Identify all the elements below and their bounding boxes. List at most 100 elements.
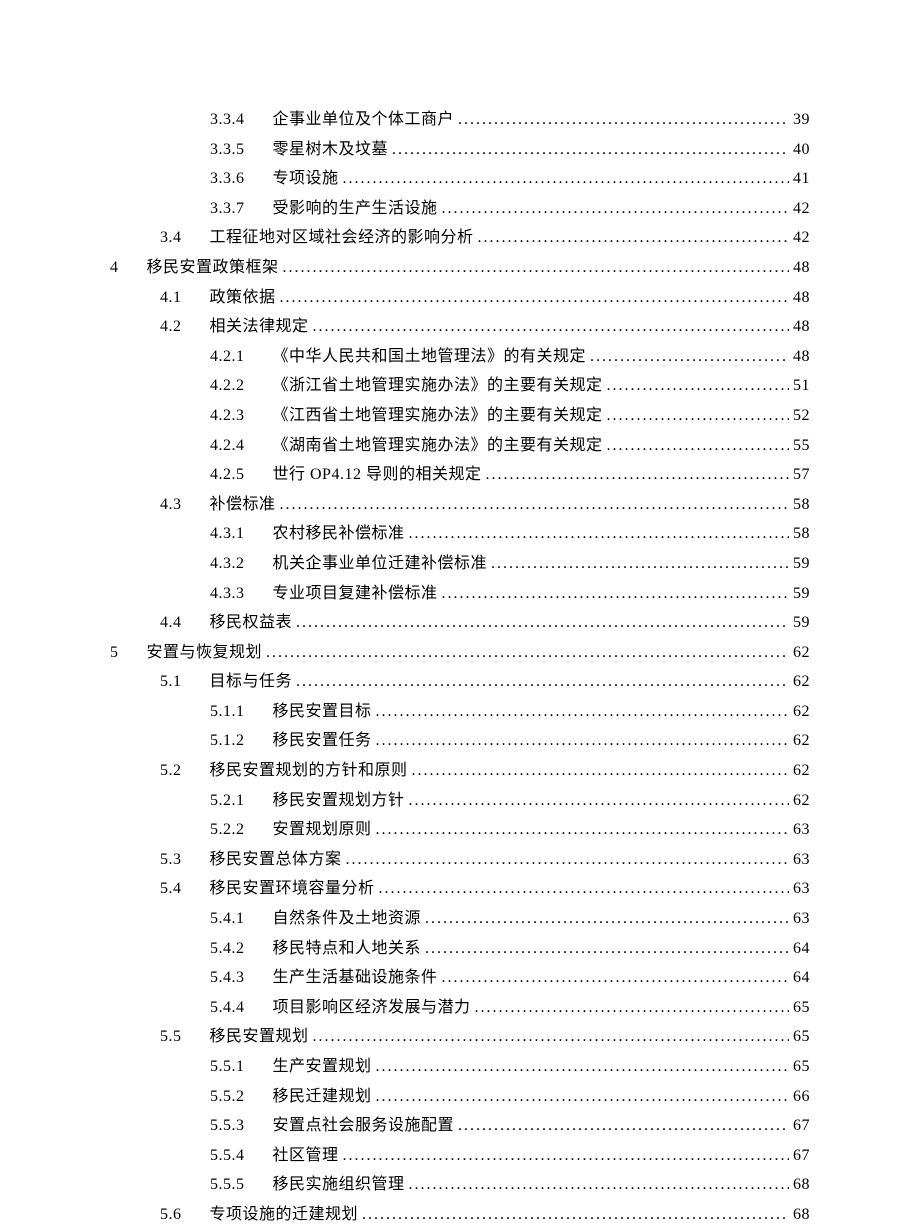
toc-leader-dots [376, 697, 789, 727]
toc-entry-title: 移民安置规划 [210, 1022, 309, 1052]
toc-entry-title: 安置点社会服务设施配置 [273, 1111, 455, 1141]
toc-entry-title: 移民实施组织管理 [273, 1170, 405, 1200]
toc-entry-number: 5.1.1 [210, 697, 245, 727]
toc-entry-title: 生产安置规划 [273, 1052, 372, 1082]
toc-entry-page: 68 [793, 1200, 810, 1230]
toc-leader-dots [280, 490, 789, 520]
toc-entry-number: 4.2.3 [210, 401, 245, 431]
toc-entry-number: 5.2 [160, 756, 182, 786]
toc-entry: 5.4.3生产生活基础设施条件64 [110, 963, 810, 993]
toc-entry-page: 67 [793, 1141, 810, 1171]
toc-entry-page: 62 [793, 726, 810, 756]
toc-leader-dots [409, 519, 789, 549]
toc-entry-number: 3.3.4 [210, 105, 245, 135]
toc-entry-title: 政策依据 [210, 283, 276, 313]
toc-leader-dots [412, 756, 789, 786]
toc-entry-number: 5.6 [160, 1200, 182, 1230]
toc-entry-number: 4.2 [160, 312, 182, 342]
toc-entry-title: 世行 OP4.12 导则的相关规定 [273, 460, 482, 490]
toc-entry-page: 63 [793, 845, 810, 875]
toc-entry: 4.3补偿标准58 [110, 490, 810, 520]
toc-entry: 4.3.1农村移民补偿标准58 [110, 519, 810, 549]
toc-entry-page: 65 [793, 1022, 810, 1052]
toc-entry-number: 5.5 [160, 1022, 182, 1052]
toc-entry-number: 5 [110, 638, 119, 668]
toc-entry-number: 4.3 [160, 490, 182, 520]
toc-entry: 3.4工程征地对区域社会经济的影响分析42 [110, 223, 810, 253]
toc-entry-page: 39 [793, 105, 810, 135]
toc-entry: 5.1目标与任务62 [110, 667, 810, 697]
toc-leader-dots [607, 401, 789, 431]
toc-entry-number: 3.3.6 [210, 164, 245, 194]
toc-entry-page: 42 [793, 223, 810, 253]
toc-entry-title: 项目影响区经济发展与潜力 [273, 993, 471, 1023]
toc-entry-number: 5.5.1 [210, 1052, 245, 1082]
toc-entry-title: 移民安置规划的方针和原则 [210, 756, 408, 786]
toc-entry-number: 4.2.4 [210, 431, 245, 461]
toc-entry-page: 52 [793, 401, 810, 431]
toc-entry-number: 5.5.2 [210, 1082, 245, 1112]
toc-entry-title: 《浙江省土地管理实施办法》的主要有关规定 [273, 371, 603, 401]
toc-leader-dots [409, 1170, 789, 1200]
toc-leader-dots [485, 460, 789, 490]
toc-entry-page: 62 [793, 667, 810, 697]
toc-entry-page: 62 [793, 697, 810, 727]
toc-entry-page: 66 [793, 1082, 810, 1112]
toc-entry: 5.3移民安置总体方案63 [110, 845, 810, 875]
toc-entry: 5.6专项设施的迁建规划68 [110, 1200, 810, 1230]
toc-entry-number: 5.4 [160, 874, 182, 904]
toc-entry-page: 57 [793, 460, 810, 490]
toc-entry-number: 4.3.1 [210, 519, 245, 549]
toc-entry-page: 67 [793, 1111, 810, 1141]
toc-entry: 4.2.3《江西省土地管理实施办法》的主要有关规定52 [110, 401, 810, 431]
toc-entry: 4.2.5世行 OP4.12 导则的相关规定57 [110, 460, 810, 490]
toc-entry: 5.4.2移民特点和人地关系64 [110, 934, 810, 964]
toc-entry-page: 40 [793, 135, 810, 165]
toc-leader-dots [283, 253, 789, 283]
toc-entry-page: 59 [793, 549, 810, 579]
toc-entry: 5.2.1 移民安置规划方针 62 [110, 786, 810, 816]
toc-entry-number: 4.3.2 [210, 549, 245, 579]
table-of-contents: 3.3.4企事业单位及个体工商户393.3.5零星树木及坟墓403.3.6 专项设… [110, 105, 810, 1230]
toc-entry-page: 64 [793, 963, 810, 993]
toc-entry-title: 《中华人民共和国土地管理法》的有关规定 [273, 342, 587, 372]
toc-entry-page: 51 [793, 371, 810, 401]
toc-entry-title: 受影响的生产生活设施 [273, 194, 438, 224]
toc-entry-number: 5.5.4 [210, 1141, 245, 1171]
toc-entry: 3.3.5零星树木及坟墓40 [110, 135, 810, 165]
toc-entry-page: 42 [793, 194, 810, 224]
toc-entry-number: 3.4 [160, 223, 182, 253]
toc-entry-title: 移民迁建规划 [273, 1082, 372, 1112]
toc-entry-number: 5.4.2 [210, 934, 245, 964]
toc-entry-page: 62 [793, 786, 810, 816]
toc-leader-dots [362, 1200, 789, 1230]
toc-entry: 4移民安置政策框架48 [110, 253, 810, 283]
toc-entry-page: 63 [793, 874, 810, 904]
toc-entry-title: 机关企事业单位迁建补偿标准 [273, 549, 488, 579]
toc-entry-page: 65 [793, 1052, 810, 1082]
toc-leader-dots [296, 608, 789, 638]
toc-leader-dots [376, 1052, 789, 1082]
toc-leader-dots [458, 1111, 789, 1141]
toc-entry-title: 移民安置规划方针 [273, 786, 405, 816]
toc-entry-page: 68 [793, 1170, 810, 1200]
toc-entry-title: 安置与恢复规划 [147, 638, 263, 668]
toc-entry: 4.2.1《中华人民共和国土地管理法》的有关规定48 [110, 342, 810, 372]
toc-entry-number: 5.5.5 [210, 1170, 245, 1200]
toc-entry-page: 41 [793, 164, 810, 194]
toc-leader-dots [266, 638, 789, 668]
toc-entry-page: 62 [793, 638, 810, 668]
toc-entry-number: 5.2.1 [210, 786, 245, 816]
toc-leader-dots [425, 904, 789, 934]
toc-leader-dots [392, 135, 789, 165]
toc-entry-title: 专项设施 [273, 164, 339, 194]
toc-entry: 4.2.4《湖南省土地管理实施办法》的主要有关规定55 [110, 431, 810, 461]
toc-entry: 5.5.2 移民迁建规划 66 [110, 1082, 810, 1112]
toc-leader-dots [409, 786, 789, 816]
toc-entry-page: 58 [793, 490, 810, 520]
toc-entry-title: 自然条件及土地资源 [273, 904, 422, 934]
toc-leader-dots [313, 312, 789, 342]
toc-entry: 3.3.4企事业单位及个体工商户39 [110, 105, 810, 135]
toc-entry-page: 65 [793, 993, 810, 1023]
toc-entry-page: 59 [793, 608, 810, 638]
